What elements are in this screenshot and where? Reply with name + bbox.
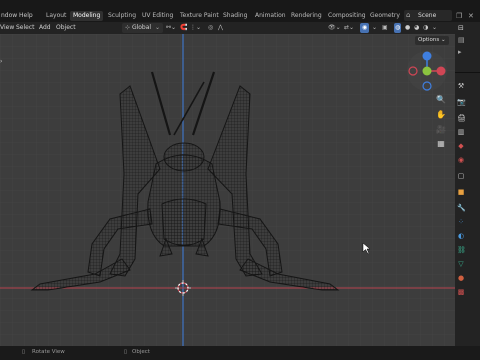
menu-object[interactable]: Object [56,23,76,33]
data-properties-icon[interactable]: ▽ [457,260,465,268]
gizmo-y-icon[interactable] [422,66,432,76]
tab-layout[interactable]: Layout [43,11,69,21]
orientation-icon: ⊹ [125,24,132,31]
mouse-right-icon: ▯ [124,349,128,355]
collection-properties-icon[interactable]: ▢ [457,172,465,180]
pivot-icon[interactable]: ⚯⌄ [166,23,176,33]
particles-properties-icon[interactable]: ⁘ [457,218,465,226]
menu-add[interactable]: Add [39,23,51,33]
tab-animation[interactable]: Animation [252,11,289,21]
orientation-dropdown[interactable]: ⊹ Global ⌄ [122,23,164,33]
material-properties-icon[interactable]: ● [457,274,465,282]
visibility-icon[interactable]: 👁⌄ [328,23,341,33]
object-properties-icon[interactable]: ■ [457,188,465,196]
snap-target-icon[interactable]: ⋮⌄ [190,23,201,33]
menu-window[interactable]: ndow [1,12,17,20]
menu-help[interactable]: Help [19,12,33,20]
outliner-collection-icon: ▤ [458,36,465,44]
properties-panel [455,22,480,346]
rendered-shading-icon[interactable]: ◑ [423,23,428,33]
material-shading-icon[interactable]: ◕ [414,23,419,33]
status-object: Object [132,349,150,355]
mouse-middle-icon: ▯ [22,349,26,355]
scene-selector[interactable]: ⌂ Scene [404,10,452,21]
camera-view-icon[interactable]: 🎥 [435,124,447,136]
panel-divider [455,72,480,73]
solid-shading-icon[interactable]: ● [405,23,410,33]
outliner-object-icon: ▸ [458,48,462,56]
tab-sculpting[interactable]: Sculpting [105,11,139,21]
menu-select[interactable]: Select [16,23,35,33]
tab-uv-editing[interactable]: UV Editing [139,11,176,21]
scene-properties-icon[interactable]: ◆ [457,142,465,150]
world-properties-icon[interactable]: ◉ [457,156,465,164]
3d-viewport[interactable]: Options ⌄ 🔍 ✋ 🎥 ▦ › [0,34,455,346]
snap-icon[interactable]: 🧲 [180,23,187,33]
falloff-icon[interactable]: ⋀ [218,23,223,33]
orientation-label: Global [131,24,152,31]
tab-rendering[interactable]: Rendering [288,11,325,21]
navigation-gizmo[interactable] [407,51,447,91]
tab-geometry-nodes[interactable]: Geometry N [367,11,401,21]
tab-modeling[interactable]: Modeling [70,11,104,21]
tool-properties-icon[interactable]: ⚒ [457,82,465,90]
status-bar [0,346,480,360]
overlays-icon[interactable]: ◉ [360,23,370,33]
texture-properties-icon[interactable]: ▩ [457,288,465,296]
menu-view[interactable]: View [0,23,14,33]
scene-name: Scene [418,12,437,19]
scene-icon: ⌂ [406,11,411,19]
physics-properties-icon[interactable]: ◐ [457,232,465,240]
viewport-canvas [0,34,455,346]
gizmo-icon[interactable]: ⇄⌄ [344,23,354,33]
gizmo-x-icon[interactable] [436,66,446,76]
overlays-dropdown-icon[interactable]: ⌄ [372,23,377,33]
gizmo-z-icon[interactable] [422,51,432,61]
scene-close-icon[interactable]: ✕ [468,12,474,20]
render-properties-icon[interactable]: 📷 [457,98,466,106]
wireframe-shading-icon[interactable]: ◍ [394,23,402,33]
shading-dropdown-icon[interactable]: ⌄ [432,23,437,33]
tab-compositing[interactable]: Compositing [325,11,369,21]
view-layer-icon[interactable]: ▥ [457,128,465,136]
tab-texture-paint[interactable]: Texture Paint [177,11,222,21]
outliner-filter-icon[interactable]: ⊟ [458,24,464,32]
toolbar-toggle-icon[interactable]: › [0,58,2,65]
options-button[interactable]: Options ⌄ [415,36,449,45]
scene-copy-icon[interactable]: ❐ [456,12,462,20]
ortho-grid-icon[interactable]: ▦ [435,138,447,150]
tab-shading[interactable]: Shading [220,11,250,21]
proportional-edit-icon[interactable]: ◎ [208,23,213,33]
options-label: Options [418,37,440,43]
output-properties-icon[interactable]: 🖨 [457,114,466,122]
constraints-properties-icon[interactable]: ⛓ [457,246,466,254]
pan-hand-icon[interactable]: ✋ [435,109,447,121]
chevron-down-icon: ⌄ [155,24,161,31]
xray-icon[interactable]: ▣ [382,23,388,33]
modifier-properties-icon[interactable]: 🔧 [457,204,466,212]
status-rotate-view: Rotate View [32,349,65,355]
zoom-icon[interactable]: 🔍 [435,94,447,106]
